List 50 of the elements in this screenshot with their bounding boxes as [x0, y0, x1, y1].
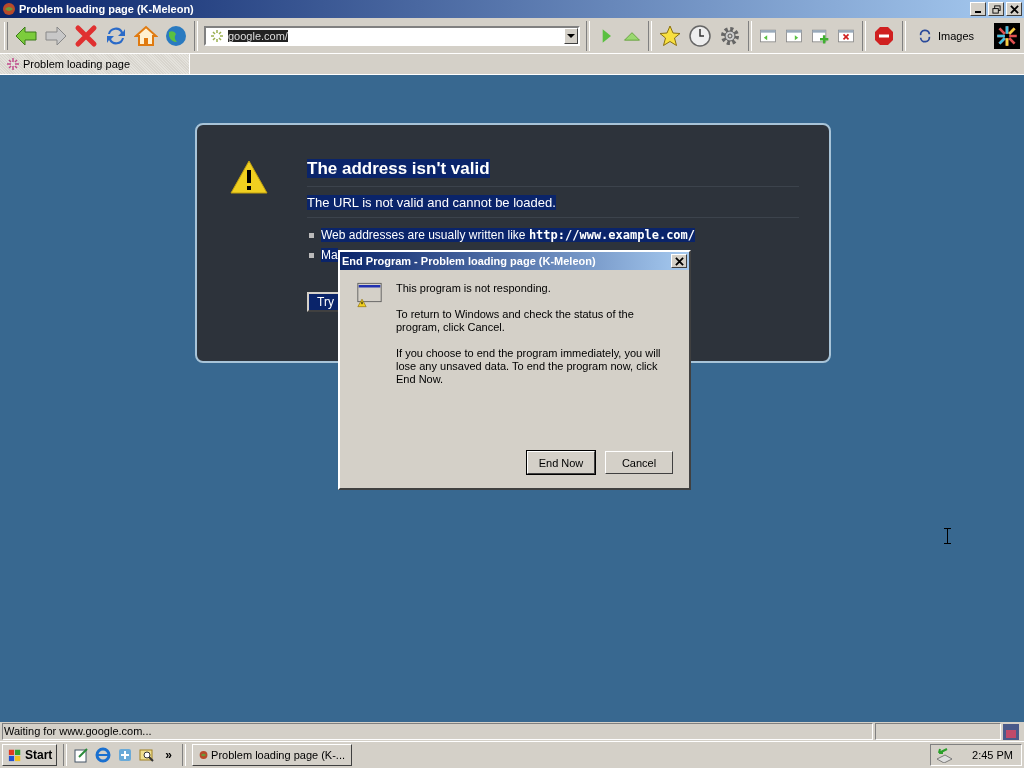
dialog-title: End Program - Problem loading page (K-Meleon) — [342, 255, 596, 267]
caret-icon — [567, 33, 575, 38]
restore-icon — [991, 4, 1001, 14]
restore-button[interactable] — [988, 2, 1004, 16]
warning-icon — [229, 159, 269, 195]
error-hint: Web addresses are usually written like http://www.example.com/ — [321, 228, 696, 242]
refresh-icon — [918, 28, 932, 43]
start-button[interactable]: Start — [2, 744, 58, 766]
error-hint: Ma — [321, 248, 338, 262]
dialog-button[interactable]: Cancel — [605, 451, 673, 474]
dialog-message: If you choose to end the program immediately, you will lose any unsaved data. To end the program now, click End Now. — [396, 347, 662, 386]
close-button[interactable] — [1006, 2, 1022, 16]
minimize-icon — [975, 11, 981, 13]
taskbar-button[interactable]: Problem loading page (K-... — [192, 744, 353, 766]
status-icon — [1003, 723, 1019, 740]
close-icon — [1009, 4, 1019, 14]
text-cursor-icon — [944, 528, 951, 544]
windows-logo-icon — [7, 748, 23, 762]
address-field[interactable]: google.com/ — [204, 25, 580, 46]
app-icon — [199, 748, 209, 762]
error-title: The address isn't valid — [307, 159, 490, 178]
stop-icon[interactable] — [74, 23, 98, 48]
bullet-icon — [309, 252, 314, 258]
images-button[interactable]: Images — [912, 28, 981, 43]
browser-icon[interactable] — [95, 747, 112, 763]
error-description: The URL is not valid and cannot be loaded. — [307, 195, 556, 210]
browser-tab[interactable]: Problem loading page — [0, 54, 190, 74]
minimize-button[interactable] — [970, 2, 986, 16]
dialog-message: This program is not responding. — [396, 282, 552, 295]
clock: 2:45 PM — [972, 749, 1013, 761]
app-icon — [2, 2, 16, 16]
loading-icon — [210, 28, 224, 43]
dialog-close-button[interactable] — [671, 254, 687, 268]
window-title: Problem loading page (K-Meleon) — [19, 3, 195, 15]
status-text: Waiting for www.google.com... — [2, 723, 873, 740]
more-button[interactable]: » — [161, 748, 177, 762]
dialog-message: To return to Windows and check the status of the program, click Cancel. — [396, 308, 635, 334]
dropdown-button[interactable] — [564, 27, 578, 44]
loading-icon — [6, 57, 20, 71]
network-tray-icon[interactable] — [935, 747, 953, 763]
star-icon[interactable] — [658, 23, 682, 48]
throbber-icon — [994, 22, 1020, 49]
close-icon — [674, 256, 684, 266]
notepad-icon[interactable] — [73, 747, 90, 763]
clock-icon[interactable] — [688, 23, 712, 48]
home-icon[interactable] — [134, 23, 158, 48]
dialog-button[interactable]: End Now — [527, 451, 595, 474]
search-icon[interactable] — [139, 747, 156, 763]
bullet-icon — [309, 232, 314, 238]
globe-icon[interactable] — [164, 23, 188, 48]
